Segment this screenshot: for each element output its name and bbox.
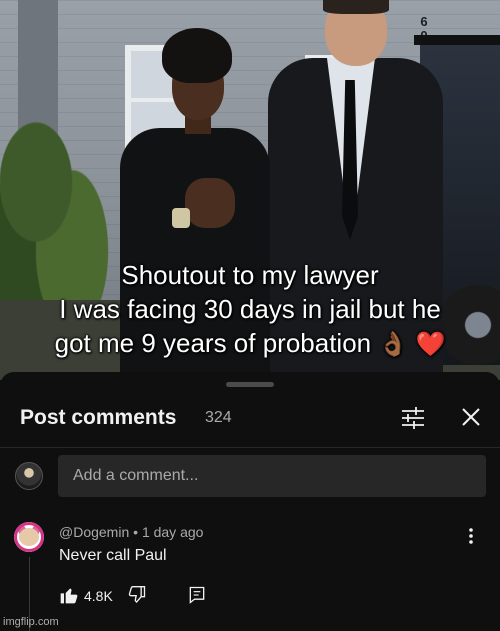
ok-hand-emoji: 👌🏾 [378,331,409,358]
avatar[interactable] [15,462,43,490]
lawyer-hair [323,0,389,14]
meme-photo: 6 0 3 Shoutout to my lawyer I was facing… [0,0,500,380]
meme-caption: Shoutout to my lawyer I was facing 30 da… [0,258,500,362]
comments-title: Post comments [20,406,177,429]
commenter-avatar[interactable] [14,522,44,552]
client-hair [162,28,232,83]
client-watch [172,208,190,228]
reply-icon[interactable] [187,585,207,605]
drag-handle[interactable] [226,382,274,387]
watermark: imgflip.com [3,616,59,628]
comment-author[interactable]: @Dogemin [59,524,129,540]
avatar-ring [14,522,44,552]
comment-meta: @Dogemin • 1 day ago [59,524,203,540]
client-hand [185,178,235,228]
comment-time: 1 day ago [141,524,204,540]
more-vert-icon[interactable] [462,526,480,546]
comments-sheet: Post comments 324 Add a comment... @Doge… [0,372,500,631]
comment-separator: • [133,524,139,540]
add-comment-input[interactable] [58,455,486,497]
caption-line-2: I was facing 30 days in jail but he [59,294,441,324]
close-icon[interactable] [456,404,486,432]
thumbs-down-icon[interactable] [127,585,147,605]
like-count: 4.8K [84,588,113,604]
comments-count: 324 [205,409,232,426]
caption-line-1: Shoutout to my lawyer [121,260,379,290]
cart-canopy [414,35,500,45]
caption-line-3: got me 9 years of probation 👌🏾 ❤️ [0,326,500,362]
header-divider [0,447,500,448]
heart-emoji: ❤️ [415,331,446,358]
sliders-icon[interactable] [398,404,428,432]
caption-line-3-text: got me 9 years of probation [54,328,372,358]
comment-text: Never call Paul [59,547,167,564]
thumbs-up-icon[interactable] [59,585,79,605]
